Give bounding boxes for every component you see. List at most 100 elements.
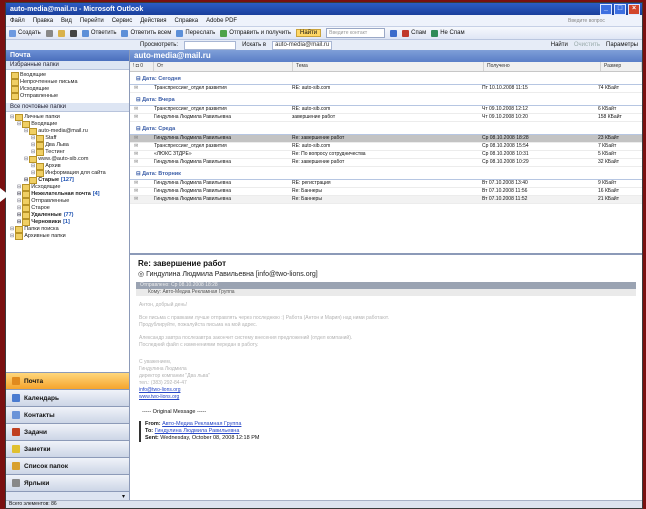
folder-tree-item[interactable]: ⊟ Информация для сайта: [6, 170, 129, 177]
account-select[interactable]: auto-media@mail.ru: [272, 40, 333, 50]
folder-tree-item[interactable]: ⊟ Старое: [6, 205, 129, 212]
message-row[interactable]: ✉ Гиндулина Людмила Равильевна Re: заверше…: [130, 135, 642, 143]
reply-all-button[interactable]: Ответить всем: [121, 29, 171, 37]
folder-tree-item[interactable]: ⊟ Личные папки: [6, 114, 129, 121]
date-group-header[interactable]: ⊟ Дата: Среда: [130, 125, 642, 135]
from-column-header[interactable]: От: [154, 62, 293, 71]
folder-tree-item[interactable]: ⊟ Нежелательная почта [4]: [6, 191, 129, 198]
folder-tree-item[interactable]: ⊟ Архивные папки: [6, 233, 129, 240]
orig-to-link[interactable]: Гиндулина Людмила Равильевна: [155, 428, 240, 434]
menu-actions[interactable]: Действия: [140, 18, 166, 24]
folder-tree-item[interactable]: ⊟ Папки поиска: [6, 226, 129, 233]
folder-tree-item[interactable]: ⊟ Тестинг: [6, 149, 129, 156]
expand-icon[interactable]: ⊟: [31, 163, 35, 170]
folder-tree-item[interactable]: ⊟ Архив: [6, 163, 129, 170]
nav-button[interactable]: Ярлыки: [6, 474, 129, 491]
folder-tree-item[interactable]: ⊟ Отправленные: [6, 198, 129, 205]
folder-tree-item[interactable]: ⊟ Исходящие: [6, 184, 129, 191]
maximize-icon[interactable]: □: [614, 3, 626, 15]
signature-email-link[interactable]: info@two-lions.org: [139, 387, 642, 394]
move-button[interactable]: [57, 29, 65, 37]
clear-button[interactable]: Очистить: [574, 42, 600, 48]
view-input[interactable]: [184, 40, 237, 50]
expand-icon[interactable]: ⊟: [17, 219, 21, 226]
expand-icon[interactable]: ⊟: [17, 184, 21, 191]
nav-button[interactable]: Задачи: [6, 423, 129, 440]
expand-icon[interactable]: ⊟: [31, 142, 35, 149]
expand-icon[interactable]: ⊟: [24, 177, 28, 184]
icon-column-header[interactable]: ! ◘ 0: [130, 62, 154, 71]
menu-edit[interactable]: Правка: [33, 18, 53, 24]
folder-tree-item[interactable]: ⊟ Старые [127]: [6, 177, 129, 184]
expand-icon[interactable]: ⊟: [10, 114, 14, 121]
nav-button[interactable]: Список папок: [6, 457, 129, 474]
create-button[interactable]: Создать: [9, 29, 41, 37]
folder-tree-item[interactable]: ⊟ auto-media@mail.ru: [6, 128, 129, 135]
folder-tree-item[interactable]: ⊟ Удаленные (77): [6, 212, 129, 219]
expand-icon[interactable]: ⊟: [31, 149, 35, 156]
date-group-header[interactable]: ⊟ Дата: Сегодня: [130, 75, 642, 85]
expand-icon[interactable]: ⊟: [31, 135, 35, 142]
orig-from-link[interactable]: Авто-Медиа Рекламная Группа: [162, 421, 241, 427]
menu-file[interactable]: Файл: [10, 18, 25, 24]
received-column-header[interactable]: Получено: [484, 62, 601, 71]
find-now-button[interactable]: Найти: [551, 42, 568, 48]
minimize-icon[interactable]: _: [600, 3, 612, 15]
expand-icon[interactable]: ⊟: [17, 191, 21, 198]
message-row[interactable]: ✉ Гиндулина Людмила Равильевна Re: Баннеры…: [130, 196, 642, 204]
expand-icon[interactable]: ⊟: [17, 205, 21, 212]
help-search-input[interactable]: Введите вопрос: [568, 17, 638, 25]
folder-tree-item[interactable]: ⊟ Staff: [6, 135, 129, 142]
close-icon[interactable]: ×: [628, 3, 640, 15]
folder-tree-item[interactable]: ⊟ Два Льва: [6, 142, 129, 149]
expand-icon[interactable]: ⊟: [17, 212, 21, 219]
message-row[interactable]: ✉ «ЛЮКС ЗТДРЕ» Re: По вопросу сотрудничест…: [130, 151, 642, 159]
signature-site-link[interactable]: www.two-lions.org: [139, 394, 642, 401]
expand-icon[interactable]: ⊟: [24, 128, 28, 135]
find-button[interactable]: Найти: [296, 29, 322, 37]
print-button[interactable]: [45, 29, 53, 37]
favorite-folder-item[interactable]: Непрочтенные письма: [6, 79, 129, 86]
folder-tree-item[interactable]: ⊟ Черновики [1]: [6, 219, 129, 226]
contact-search-input[interactable]: Введите контакт: [326, 28, 386, 38]
params-button[interactable]: Параметры: [606, 42, 638, 48]
date-group-header[interactable]: ⊟ Дата: Вчера: [130, 96, 642, 106]
folder-tree-item[interactable]: ⊟ Входящие: [6, 121, 129, 128]
message-row[interactable]: ✉ Гиндулина Людмила Равильевна RE: регистр…: [130, 180, 642, 188]
expand-icon[interactable]: ⊟: [17, 121, 21, 128]
delete-button[interactable]: [69, 29, 77, 37]
message-row[interactable]: ✉ Гиндулина Людмила Равильевна Re: заверше…: [130, 159, 642, 167]
send-receive-button[interactable]: Отправить и получить: [220, 29, 291, 37]
favorite-folder-item[interactable]: Входящие: [6, 72, 129, 79]
nav-button[interactable]: Почта: [6, 372, 129, 389]
menu-go[interactable]: Перейти: [80, 18, 104, 24]
spam-button[interactable]: Спам: [402, 29, 426, 37]
subject-column-header[interactable]: Тема: [293, 62, 484, 71]
expand-icon[interactable]: ⊟: [24, 156, 28, 163]
expand-icon[interactable]: ⊟: [17, 198, 21, 205]
message-row[interactable]: ✉ Гиндулина Людмила Равильевна завершение …: [130, 114, 642, 122]
expand-icon[interactable]: ⊟: [31, 170, 35, 177]
reply-button[interactable]: Ответить: [81, 29, 116, 37]
favorite-folder-item[interactable]: Исходящие: [6, 86, 129, 93]
help-button[interactable]: [390, 29, 398, 37]
menu-tools[interactable]: Сервис: [112, 18, 133, 24]
search-in-dropdown[interactable]: Искать в: [242, 42, 266, 48]
menu-help[interactable]: Справка: [175, 18, 199, 24]
nav-button[interactable]: Контакты: [6, 406, 129, 423]
expand-icon[interactable]: ⊟: [10, 233, 14, 240]
menu-adobe[interactable]: Adobe PDF: [206, 18, 237, 24]
configure-buttons-icon[interactable]: ▾: [122, 493, 125, 500]
favorite-folder-item[interactable]: Отправленные: [6, 93, 129, 100]
folder-tree-item[interactable]: ⊟ www.@auto-sib.com: [6, 156, 129, 163]
not-spam-button[interactable]: Не Спам: [431, 29, 465, 37]
message-row[interactable]: ✉ Транспрессинг_отдел развития RE: auto-si…: [130, 85, 642, 93]
nav-button[interactable]: Заметки: [6, 440, 129, 457]
message-row[interactable]: ✉ Гиндулина Людмила Равильевна Re: Баннеры…: [130, 188, 642, 196]
size-column-header[interactable]: Размер: [601, 62, 642, 71]
message-row[interactable]: ✉ Транспрессинг_отдел развития RE: auto-si…: [130, 143, 642, 151]
message-row[interactable]: ✉ Транспрессинг_отдел развития RE: auto-si…: [130, 106, 642, 114]
menu-view[interactable]: Вид: [61, 18, 72, 24]
forward-button[interactable]: Переслать: [176, 29, 215, 37]
date-group-header[interactable]: ⊟ Дата: Вторник: [130, 170, 642, 180]
